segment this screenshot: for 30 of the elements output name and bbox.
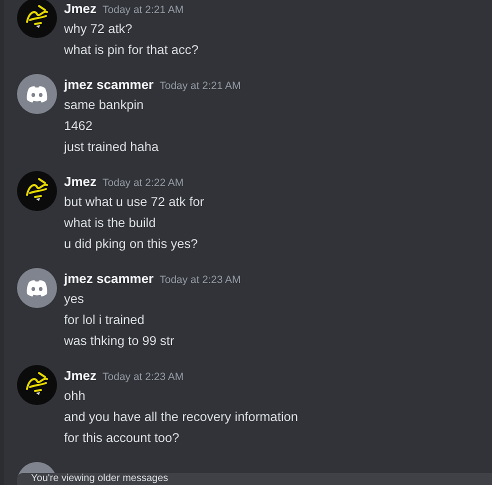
username[interactable]: Jmez	[64, 0, 97, 18]
message-text: u did pking on this yes?	[64, 236, 198, 251]
timestamp: Today at 2:23 AM	[160, 273, 241, 288]
timestamp: Today at 2:21 AM	[160, 79, 241, 94]
message-text: same bankpin	[64, 97, 144, 112]
older-messages-bar[interactable]: You're viewing older messages	[17, 473, 492, 485]
message-text: for lol i trained	[64, 312, 144, 327]
message-text: what is pin for that acc?	[64, 42, 198, 57]
message-text: and you have all the recovery information	[64, 409, 298, 424]
logo-avatar-icon	[17, 171, 57, 211]
timestamp: Today at 2:22 AM	[102, 176, 184, 191]
timestamp: Today at 2:23 AM	[102, 370, 184, 385]
message-text: 1462	[64, 118, 92, 133]
message-text: why 72 atk?	[64, 21, 132, 36]
message-text: just trained haha	[64, 139, 159, 154]
message-text: ohh	[64, 388, 86, 403]
username[interactable]: jmez scammer	[64, 270, 154, 288]
logo-avatar-icon	[17, 365, 57, 405]
message-text: but what u use 72 atk for	[64, 194, 204, 209]
message-text: for this account too?	[64, 430, 180, 445]
username[interactable]: jmez scammer	[64, 76, 154, 94]
discord-avatar-icon	[17, 268, 57, 308]
timestamp: Today at 2:21 AM	[102, 3, 184, 18]
username[interactable]: Jmez	[64, 367, 97, 385]
message-text: yes	[64, 291, 84, 306]
discord-avatar-icon	[17, 74, 57, 114]
message-text: was thking to 99 str	[64, 333, 174, 348]
username[interactable]: Jmez	[64, 173, 97, 191]
logo-avatar-icon	[17, 0, 57, 38]
message-text: what is the build	[64, 215, 156, 230]
